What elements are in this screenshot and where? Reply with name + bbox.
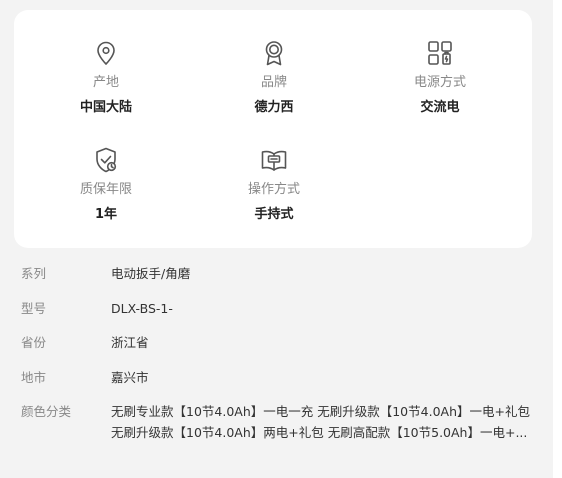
spec-label: 系列 (21, 266, 47, 281)
location-pin-icon (91, 38, 121, 68)
attribute-brand: 品牌 德力西 (199, 38, 349, 117)
spec-row-model: 型号 DLX-BS-1- (0, 290, 553, 325)
attribute-operation-mode: 操作方式 手持式 (199, 145, 349, 224)
attribute-value: 德力西 (254, 100, 294, 115)
spec-label: 型号 (21, 300, 47, 316)
attribute-label: 电源方式 (413, 75, 466, 90)
spec-label: 省份 (21, 335, 47, 350)
attribute-value: 1年 (94, 207, 118, 222)
attribute-value: 中国大陆 (79, 100, 132, 115)
attribute-value: 交流电 (420, 100, 460, 115)
spec-row-color-variants: 颜色分类 无刷专业款【10节4.0Ah】一电一充 无刷升级款【10节4.0Ah】… (0, 393, 553, 440)
attribute-power-source: 电源方式 交流电 (365, 38, 515, 117)
attribute-label: 质保年限 (79, 182, 132, 197)
attribute-value: 手持式 (254, 207, 294, 222)
spec-value: DLX-BS-1- (111, 300, 173, 316)
variant-line: 无刷专业款【10节4.0Ah】一电一充 无刷升级款【10节4.0Ah】一电+礼包 (111, 404, 530, 419)
attribute-label: 操作方式 (247, 182, 300, 197)
spec-value: 无刷专业款【10节4.0Ah】一电一充 无刷升级款【10节4.0Ah】一电+礼包… (111, 401, 541, 443)
page-edge (553, 0, 562, 478)
attribute-label: 品牌 (260, 75, 287, 90)
spec-row-city: 地市 嘉兴市 (0, 359, 553, 394)
spec-label: 地市 (21, 369, 47, 385)
key-attributes-card: 产地 中国大陆 品牌 德力西 电源方式 交流电 质保年限 1年 操作方式 手持式 (14, 10, 532, 248)
award-badge-icon (259, 38, 289, 68)
shield-check-icon (91, 145, 121, 175)
manual-book-icon (259, 145, 289, 175)
variant-line: 无刷升级款【10节4.0Ah】两电+礼包 无刷高配款【10节5.0Ah】一电+.… (111, 425, 528, 440)
attribute-warranty: 质保年限 1年 (31, 145, 181, 224)
spec-value: 电动扳手/角磨 (111, 266, 191, 281)
attribute-origin: 产地 中国大陆 (31, 38, 181, 117)
spec-row-series: 系列 电动扳手/角磨 (0, 255, 553, 290)
product-attributes-panel: 产地 中国大陆 品牌 德力西 电源方式 交流电 质保年限 1年 操作方式 手持式… (0, 0, 553, 478)
spec-label: 颜色分类 (21, 404, 72, 419)
attribute-label: 产地 (92, 75, 119, 90)
power-grid-icon (425, 38, 455, 68)
spec-row-province: 省份 浙江省 (0, 324, 553, 359)
product-spec-list: 系列 电动扳手/角磨 型号 DLX-BS-1- 省份 浙江省 地市 嘉兴市 颜色… (0, 255, 553, 440)
spec-value: 嘉兴市 (111, 369, 149, 385)
spec-value: 浙江省 (111, 335, 149, 350)
